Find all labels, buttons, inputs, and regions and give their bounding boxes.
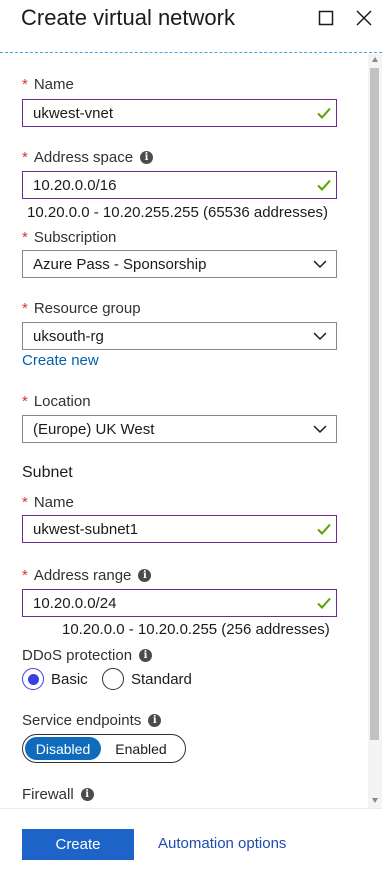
firewall-label-text: Firewall	[22, 786, 74, 803]
address-space-label: * Address space i	[22, 149, 154, 166]
subnet-name-field[interactable]: ukwest-subnet1	[22, 515, 337, 543]
info-icon[interactable]: i	[80, 788, 94, 801]
scrollbar-thumb[interactable]	[370, 68, 379, 740]
header-divider	[0, 52, 382, 53]
scroll-down-arrow-icon[interactable]	[372, 798, 378, 803]
footer-divider	[0, 808, 382, 809]
subscription-label: * Subscription	[22, 229, 116, 246]
blade-header: Create virtual network	[0, 0, 382, 53]
required-marker: *	[22, 567, 28, 584]
maximize-icon	[318, 10, 334, 26]
create-button[interactable]: Create	[22, 829, 134, 860]
subscription-value: Azure Pass - Sponsorship	[33, 255, 207, 273]
subnet-heading: Subnet	[22, 464, 73, 481]
ddos-standard-radio[interactable]: Standard	[102, 668, 192, 690]
address-range-hint: 10.20.0.0 - 10.20.0.255 (256 addresses)	[62, 621, 330, 638]
maximize-button[interactable]	[315, 7, 337, 29]
radio-selected-icon	[22, 668, 44, 690]
valid-check-icon	[317, 179, 331, 191]
resource-group-select[interactable]: uksouth-rg	[22, 322, 337, 350]
service-endpoints-label-text: Service endpoints	[22, 712, 142, 729]
form-content: * Name ukwest-vnet * Address space i 10.…	[0, 54, 368, 806]
resource-group-value: uksouth-rg	[33, 327, 104, 345]
required-marker: *	[22, 393, 28, 410]
automation-options-link[interactable]: Automation options	[158, 835, 286, 852]
subnet-name-label-text: Name	[33, 494, 74, 511]
firewall-label: Firewall i	[22, 786, 94, 803]
location-select[interactable]: (Europe) UK West	[22, 415, 337, 443]
address-range-value: 10.20.0.0/24	[33, 594, 117, 612]
valid-check-icon	[317, 107, 331, 119]
info-icon[interactable]: i	[148, 714, 162, 727]
address-space-label-text: Address space	[33, 149, 134, 166]
chevron-down-icon	[313, 260, 327, 269]
valid-check-icon	[317, 523, 331, 535]
address-range-label-text: Address range	[33, 567, 132, 584]
name-label: * Name	[22, 76, 74, 93]
info-icon[interactable]: i	[139, 649, 153, 662]
chevron-down-icon	[313, 425, 327, 434]
subnet-name-label: * Name	[22, 494, 74, 511]
ddos-standard-label: Standard	[131, 670, 192, 688]
required-marker: *	[22, 229, 28, 246]
close-icon	[356, 10, 372, 26]
required-marker: *	[22, 149, 28, 166]
location-value: (Europe) UK West	[33, 420, 155, 438]
radio-unselected-icon	[102, 668, 124, 690]
resource-group-label: * Resource group	[22, 300, 141, 317]
ddos-basic-radio[interactable]: Basic	[22, 668, 88, 690]
address-space-field[interactable]: 10.20.0.0/16	[22, 171, 337, 199]
subnet-name-value: ukwest-subnet1	[33, 520, 139, 538]
name-label-text: Name	[33, 76, 74, 93]
ddos-basic-label: Basic	[51, 670, 88, 688]
close-button[interactable]	[353, 7, 375, 29]
toggle-enabled-option[interactable]: Enabled	[101, 737, 181, 760]
location-label: * Location	[22, 393, 91, 410]
toggle-disabled-option[interactable]: Disabled	[25, 737, 101, 760]
address-range-field[interactable]: 10.20.0.0/24	[22, 589, 337, 617]
ddos-label-text: DDoS protection	[22, 647, 133, 664]
service-endpoints-toggle[interactable]: Disabled Enabled	[22, 734, 186, 763]
name-value: ukwest-vnet	[33, 104, 114, 122]
name-field[interactable]: ukwest-vnet	[22, 99, 337, 127]
required-marker: *	[22, 76, 28, 93]
ddos-label: DDoS protection i	[22, 647, 153, 664]
required-marker: *	[22, 494, 28, 511]
info-icon[interactable]: i	[140, 151, 154, 164]
create-new-link[interactable]: Create new	[22, 352, 99, 369]
valid-check-icon	[317, 597, 331, 609]
location-label-text: Location	[33, 393, 91, 410]
scroll-up-arrow-icon[interactable]	[372, 57, 378, 62]
address-space-value: 10.20.0.0/16	[33, 176, 117, 194]
address-space-hint: 10.20.0.0 - 10.20.255.255 (65536 address…	[27, 204, 329, 221]
resource-group-label-text: Resource group	[33, 300, 141, 317]
address-range-label: * Address range i	[22, 567, 152, 584]
required-marker: *	[22, 300, 28, 317]
service-endpoints-label: Service endpoints i	[22, 712, 162, 729]
chevron-down-icon	[313, 332, 327, 341]
page-title: Create virtual network	[21, 5, 235, 30]
info-icon[interactable]: i	[138, 569, 152, 582]
subscription-label-text: Subscription	[33, 229, 117, 246]
subscription-select[interactable]: Azure Pass - Sponsorship	[22, 250, 337, 278]
